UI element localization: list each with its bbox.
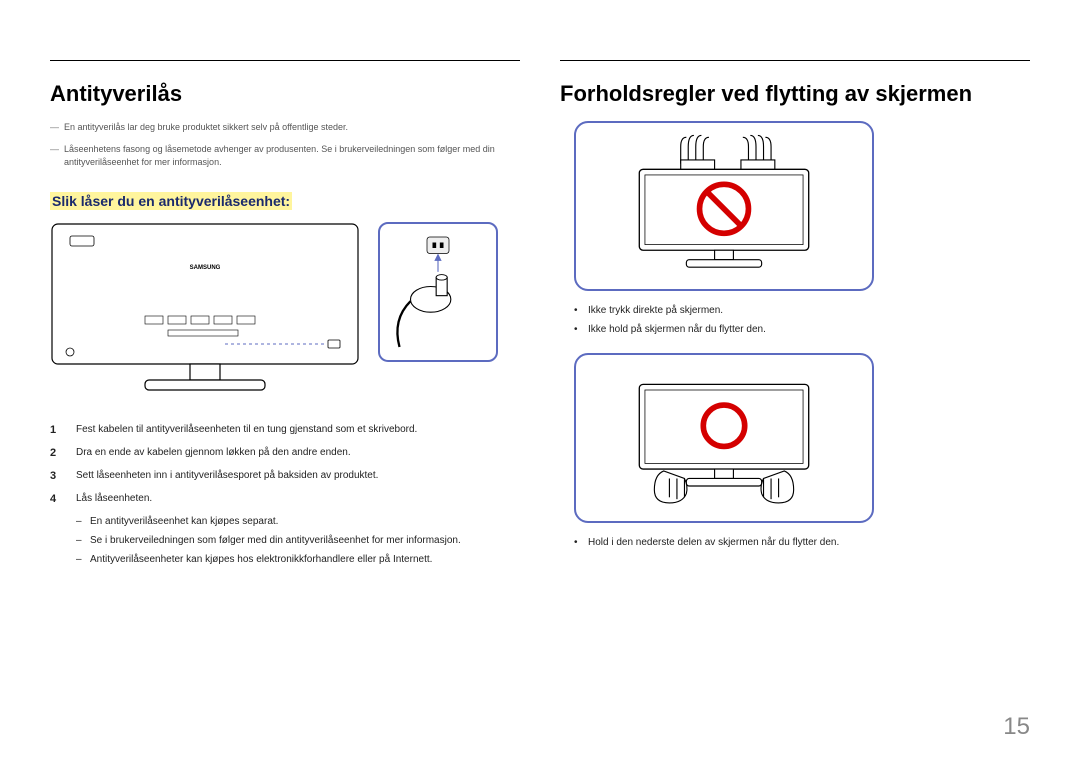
step-item: Sett låseenheten inn i antityverilåsespo… [50, 466, 520, 485]
step-text: Lås låseenheten. [76, 493, 152, 504]
right-title: Forholdsregler ved flytting av skjermen [560, 81, 1030, 107]
bullet-item: Hold i den nederste delen av skjermen nå… [574, 533, 1030, 552]
post-note-item: En antityverilåseenhet kan kjøpes separa… [76, 512, 520, 531]
steps-list: Fest kabelen til antityverilåseenheten t… [50, 420, 520, 569]
brand-text: SAMSUNG [190, 265, 221, 271]
bullet-item: Ikke trykk direkte på skjermen. [574, 301, 1030, 320]
lock-detail-illustration [378, 222, 498, 362]
right-column: Forholdsregler ved flytting av skjermen [560, 60, 1030, 733]
bullets-1: Ikke trykk direkte på skjermen. Ikke hol… [574, 301, 1030, 339]
step-item: Fest kabelen til antityverilåseenheten t… [50, 420, 520, 439]
step-item: Dra en ende av kabelen gjennom løkken på… [50, 443, 520, 462]
note-1: En antityverilås lar deg bruke produktet… [50, 121, 520, 135]
correct-hold-icon [579, 358, 869, 518]
prohibited-press-icon [579, 126, 869, 286]
figure-hold-bottom [574, 353, 874, 523]
left-subheading: Slik låser du en antityverilåseenhet: [50, 192, 292, 210]
figure-do-not-press [574, 121, 874, 291]
bullets-2: Hold i den nederste delen av skjermen nå… [574, 533, 1030, 552]
divider [560, 60, 1030, 61]
post-notes: En antityverilåseenhet kan kjøpes separa… [76, 512, 520, 569]
post-note-item: Se i brukerveiledningen som følger med d… [76, 531, 520, 550]
page-number: 15 [1003, 713, 1030, 741]
divider [50, 60, 520, 61]
left-column: Antityverilås En antityverilås lar deg b… [50, 60, 520, 733]
monitor-back-illustration: SAMSUNG [50, 222, 360, 402]
illustration-row: SAMSUNG [50, 222, 520, 402]
note-2: Låseenhetens fasong og låsemetode avheng… [50, 143, 520, 170]
bullet-item: Ikke hold på skjermen når du flytter den… [574, 320, 1030, 339]
step-item: Lås låseenheten. En antityverilåseenhet … [50, 489, 520, 569]
post-note-item: Antityverilåseenheter kan kjøpes hos ele… [76, 550, 520, 569]
left-title: Antityverilås [50, 81, 520, 107]
